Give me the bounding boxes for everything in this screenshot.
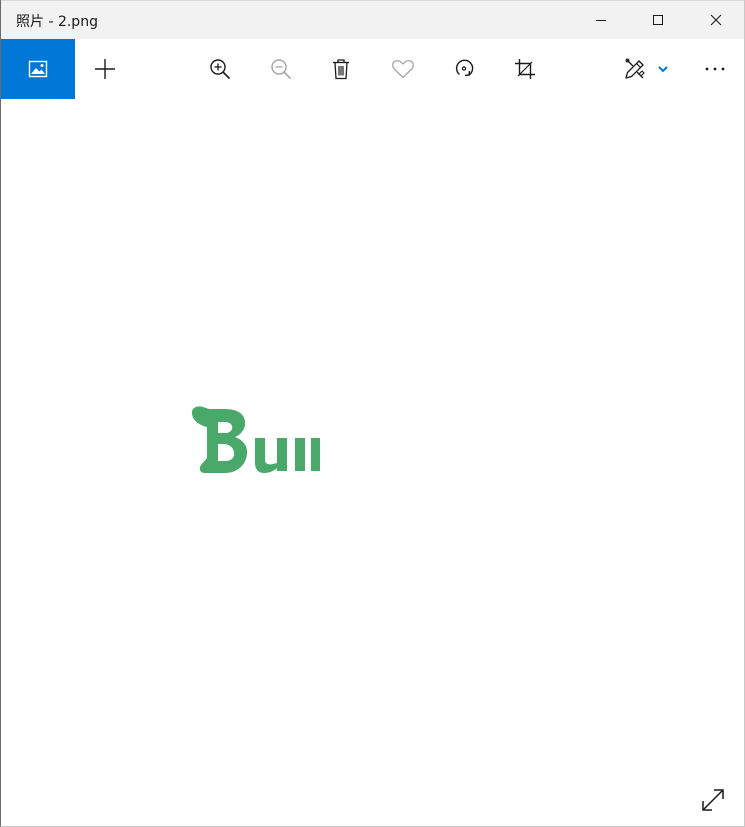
minimize-icon	[596, 20, 606, 21]
image-icon	[28, 60, 48, 78]
rotate-button[interactable]	[438, 39, 490, 99]
add-to-button[interactable]	[79, 39, 131, 99]
zoom-in-icon	[210, 59, 231, 80]
trash-icon	[333, 59, 349, 80]
title-bar[interactable]: 照片 - 2.png	[1, 0, 744, 39]
maximize-button[interactable]	[629, 1, 687, 39]
maximize-icon	[653, 15, 663, 25]
expand-icon	[702, 789, 724, 811]
see-more-button[interactable]	[689, 39, 741, 99]
edit-icon	[625, 58, 645, 79]
photo-canvas[interactable]	[1, 99, 744, 826]
see-all-photos-button[interactable]	[1, 39, 75, 99]
photo-image	[185, 398, 335, 492]
minimize-button[interactable]	[572, 1, 630, 39]
bu-logo-image	[191, 406, 320, 473]
heart-icon	[392, 59, 414, 79]
close-icon	[710, 14, 722, 26]
zoom-in-button[interactable]	[194, 39, 246, 99]
edit-and-create-button[interactable]	[615, 39, 677, 99]
delete-button[interactable]	[315, 39, 367, 99]
photos-app-window: 照片 - 2.png	[0, 0, 745, 827]
chevron-down-icon	[658, 66, 668, 73]
zoom-out-icon	[271, 59, 292, 80]
plus-icon	[95, 59, 115, 79]
crop-icon	[515, 59, 535, 79]
more-icon	[705, 67, 725, 71]
toolbar	[1, 39, 744, 99]
rotate-icon	[455, 59, 474, 77]
zoom-out-button[interactable]	[255, 39, 307, 99]
favorite-button[interactable]	[377, 39, 429, 99]
window-title: 照片 - 2.png	[16, 14, 98, 30]
full-screen-button[interactable]	[695, 784, 731, 816]
crop-button[interactable]	[499, 39, 551, 99]
close-button[interactable]	[687, 1, 745, 39]
